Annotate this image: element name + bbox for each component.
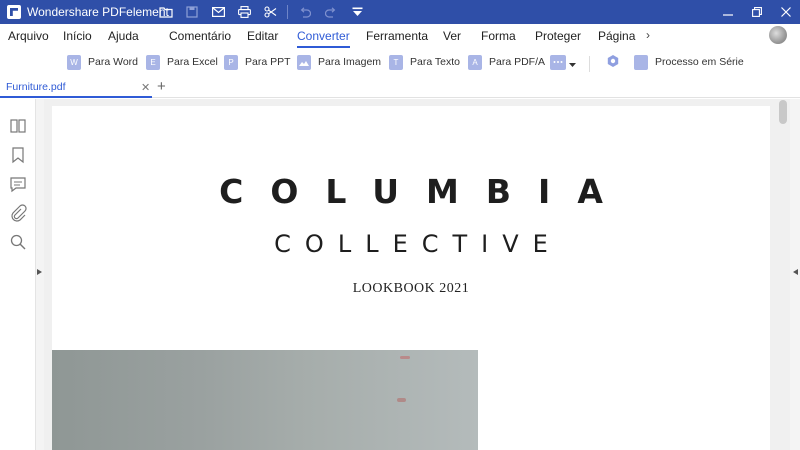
- menu-arquivo[interactable]: Arquivo: [8, 29, 49, 44]
- excel-icon: E: [146, 54, 160, 70]
- more-formats-icon: [550, 54, 566, 70]
- menu-forma[interactable]: Forma: [481, 29, 516, 44]
- new-tab-icon[interactable]: +: [157, 78, 166, 95]
- to-word-label: Para Word: [88, 56, 138, 68]
- document-tabs: Furniture.pdf ✕ +: [0, 77, 800, 98]
- pdfa-icon: A: [468, 54, 482, 70]
- menu-pagina[interactable]: Página: [598, 29, 635, 44]
- convert-toolbar: W Para Word E Para Excel P Para PPT Para…: [0, 48, 800, 76]
- folder-icon[interactable]: [153, 0, 179, 24]
- app-logo-icon: [7, 5, 21, 19]
- more-formats-button[interactable]: [550, 54, 576, 70]
- left-sidebar: [0, 99, 36, 450]
- to-ppt-label: Para PPT: [245, 56, 291, 68]
- expand-left-arrow-icon: [793, 269, 798, 275]
- menu-ver[interactable]: Ver: [443, 29, 461, 44]
- chevron-down-icon: [569, 54, 576, 71]
- document-title: COLUMBIA: [219, 172, 630, 211]
- right-panel-toggle[interactable]: [790, 99, 800, 450]
- word-icon: W: [67, 54, 81, 70]
- toolbar-divider: [589, 56, 590, 72]
- print-icon[interactable]: [231, 0, 257, 24]
- document-photo: [52, 350, 478, 450]
- to-pdfa-label: Para PDF/A: [489, 56, 546, 68]
- menu-comentario[interactable]: Comentário: [169, 29, 231, 44]
- save-icon[interactable]: [179, 0, 205, 24]
- menu-converter[interactable]: Converter: [297, 29, 350, 48]
- to-excel-button[interactable]: E Para Excel: [146, 54, 218, 70]
- batch-process-icon: [634, 54, 648, 70]
- titlebar-divider: [287, 5, 288, 19]
- dropdown-icon[interactable]: [344, 0, 370, 24]
- batch-process-button[interactable]: Processo em Série: [634, 54, 744, 70]
- menu-proteger[interactable]: Proteger: [535, 29, 581, 44]
- to-ppt-button[interactable]: P Para PPT: [224, 54, 291, 70]
- comment-icon[interactable]: [9, 175, 27, 193]
- to-text-button[interactable]: T Para Texto: [389, 54, 460, 70]
- minimize-icon[interactable]: [713, 0, 742, 24]
- tab-furniture-pdf[interactable]: Furniture.pdf: [0, 77, 152, 98]
- document-lookbook-line: LOOKBOOK 2021: [352, 281, 470, 296]
- mail-icon[interactable]: [205, 0, 231, 24]
- undo-icon[interactable]: [292, 0, 318, 24]
- to-word-button[interactable]: W Para Word: [67, 54, 138, 70]
- vertical-scrollbar[interactable]: [779, 100, 787, 124]
- document-subtitle: COLLECTIVE: [274, 230, 562, 258]
- title-bar: Wondershare PDFelement: [0, 0, 800, 24]
- tab-close-icon[interactable]: ✕: [141, 81, 150, 94]
- to-pdfa-button[interactable]: A Para PDF/A: [468, 54, 545, 70]
- tab-label: Furniture.pdf: [6, 81, 66, 93]
- to-text-label: Para Texto: [410, 56, 461, 68]
- image-icon: [297, 54, 311, 70]
- ppt-icon: P: [224, 54, 238, 70]
- menu-editar[interactable]: Editar: [247, 29, 278, 44]
- search-icon[interactable]: [9, 233, 27, 251]
- to-excel-label: Para Excel: [167, 56, 218, 68]
- to-image-button[interactable]: Para Imagem: [297, 54, 381, 70]
- menu-more-chevron-icon[interactable]: ›: [646, 28, 650, 42]
- restore-icon[interactable]: [742, 0, 771, 24]
- text-icon: T: [389, 54, 403, 70]
- close-icon[interactable]: [771, 0, 800, 24]
- menu-ferramenta[interactable]: Ferramenta: [366, 29, 428, 44]
- batch-process-label: Processo em Série: [655, 56, 744, 68]
- expand-right-arrow-icon: [37, 269, 42, 275]
- avatar[interactable]: [769, 26, 787, 44]
- redo-icon[interactable]: [318, 0, 344, 24]
- menu-inicio[interactable]: Início: [63, 29, 92, 44]
- scissors-icon[interactable]: [257, 0, 283, 24]
- settings-button[interactable]: [606, 54, 620, 70]
- bookmark-icon[interactable]: [9, 146, 27, 164]
- menu-ajuda[interactable]: Ajuda: [108, 29, 139, 44]
- menu-bar: Arquivo Início Ajuda Comentário Editar C…: [0, 24, 800, 48]
- thumbnails-icon[interactable]: [9, 117, 27, 135]
- to-image-label: Para Imagem: [318, 56, 382, 68]
- attachment-icon[interactable]: [9, 204, 27, 222]
- gear-icon: [606, 54, 620, 71]
- app-title: Wondershare PDFelement: [27, 5, 169, 19]
- left-panel-toggle[interactable]: [36, 99, 44, 450]
